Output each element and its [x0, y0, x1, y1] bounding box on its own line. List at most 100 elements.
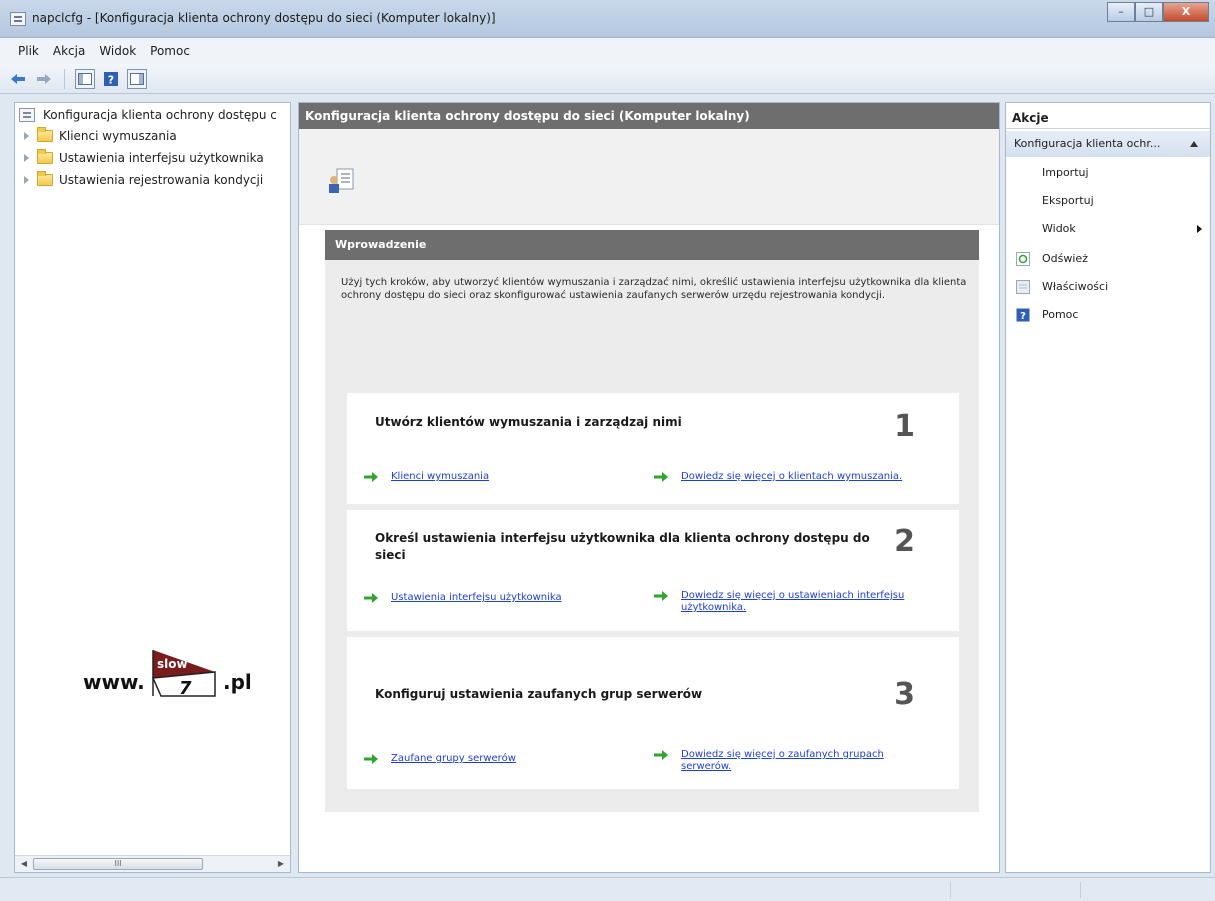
step-link-left[interactable]: Ustawienia interfejsu użytkownika	[363, 592, 562, 604]
green-arrow-icon	[654, 750, 668, 760]
scroll-thumb[interactable]: III	[33, 858, 203, 870]
watermark-flag-top: slow	[157, 657, 188, 671]
watermark-suffix: .pl	[223, 670, 252, 694]
tree-item-ustawienia-rejestrowania[interactable]: Ustawienia rejestrowania kondycji	[23, 171, 264, 187]
title-bar: napclcfg - [Konfiguracja klienta ochrony…	[0, 0, 1215, 38]
action-odswiez[interactable]: Odśwież	[1006, 245, 1210, 273]
actions-section[interactable]: Konfiguracja klienta ochr...	[1006, 131, 1210, 157]
tree-item-label: Klienci wymuszania	[59, 129, 177, 143]
actions-pane: Akcje Konfiguracja klienta ochr... Impor…	[1005, 102, 1211, 873]
expand-arrow-icon[interactable]	[23, 176, 31, 184]
folder-icon	[37, 171, 53, 186]
help-icon: ?	[1016, 308, 1030, 322]
actions-header: Akcje	[1006, 107, 1210, 129]
step-link-left[interactable]: Zaufane grupy serwerów	[363, 753, 516, 765]
content-header: Konfiguracja klienta ochrony dostępu do …	[299, 103, 999, 129]
watermark-flag: slow 7	[151, 650, 216, 698]
step-card-2: Określ ustawienia interfejsu użytkownika…	[347, 510, 959, 631]
tree-root[interactable]: Konfiguracja klienta ochrony dostępu c	[19, 107, 279, 123]
step-link-left[interactable]: Klienci wymuszania	[363, 471, 489, 483]
tree-item-label: Ustawienia interfejsu użytkownika	[59, 151, 264, 165]
link-learn-more-grupy[interactable]: Dowiedz się więcej o zaufanych grupach s…	[681, 749, 913, 773]
action-eksportuj[interactable]: Eksportuj	[1006, 187, 1210, 215]
status-segment	[950, 882, 951, 898]
step-link-right[interactable]: Dowiedz się więcej o ustawieniach interf…	[653, 590, 913, 614]
toolbar: ?	[0, 64, 1215, 94]
collapse-up-icon[interactable]	[1190, 141, 1198, 147]
step-card-3: Konfiguruj ustawienia zaufanych grup ser…	[347, 637, 959, 789]
nap-client-icon	[329, 168, 354, 193]
menu-akcja[interactable]: Akcja	[53, 44, 85, 58]
expand-arrow-icon[interactable]	[23, 132, 31, 140]
show-hide-tree-icon[interactable]	[75, 68, 95, 89]
menu-widok[interactable]: Widok	[99, 44, 136, 58]
tree-item-klienci-wymuszania[interactable]: Klienci wymuszania	[23, 127, 177, 143]
menu-plik[interactable]: Plik	[18, 44, 39, 58]
step-title: Konfiguruj ustawienia zaufanych grup ser…	[375, 687, 703, 701]
svg-text:?: ?	[108, 73, 114, 86]
introduction-text: Użyj tych kroków, aby utworzyć klientów …	[341, 277, 967, 301]
step-number: 2	[894, 524, 915, 559]
menu-pomoc[interactable]: Pomoc	[150, 44, 190, 58]
link-learn-more-klienci[interactable]: Dowiedz się więcej o klientach wymuszani…	[681, 471, 902, 483]
action-pane-icon[interactable]	[127, 68, 147, 89]
svg-text:?: ?	[1020, 311, 1026, 322]
green-arrow-icon	[654, 472, 668, 482]
back-arrow-icon[interactable]	[8, 69, 28, 89]
tree-pane: Konfiguracja klienta ochrony dostępu c K…	[14, 102, 291, 873]
minimize-button[interactable]: –	[1107, 2, 1135, 22]
action-label: Pomoc	[1042, 308, 1079, 321]
tree-root-label: Konfiguracja klienta ochrony dostępu c	[41, 107, 279, 123]
maximize-button[interactable]: □	[1135, 2, 1163, 22]
toolbar-separator	[64, 68, 65, 89]
forward-arrow-icon[interactable]	[34, 69, 54, 89]
action-label: Eksportuj	[1042, 194, 1094, 207]
link-ustawienia-interfejsu[interactable]: Ustawienia interfejsu użytkownika	[391, 592, 562, 604]
close-button[interactable]: X	[1163, 2, 1209, 22]
step-title: Określ ustawienia interfejsu użytkownika…	[375, 531, 870, 562]
link-zaufane-grupy[interactable]: Zaufane grupy serwerów	[391, 753, 516, 765]
step-number: 1	[894, 409, 915, 444]
introduction-header: Wprowadzenie	[325, 230, 979, 260]
window-title: napclcfg - [Konfiguracja klienta ochrony…	[32, 11, 496, 25]
app-icon	[10, 12, 26, 26]
green-arrow-icon	[364, 593, 378, 603]
tree-item-label: Ustawienia rejestrowania kondycji	[59, 173, 264, 187]
tree-item-ustawienia-interfejsu[interactable]: Ustawienia interfejsu użytkownika	[23, 149, 264, 165]
step-title: Utwórz klientów wymuszania i zarządzaj n…	[375, 415, 682, 429]
green-arrow-icon	[364, 472, 378, 482]
properties-icon	[1016, 280, 1030, 294]
action-widok[interactable]: Widok	[1006, 215, 1210, 243]
action-wlasciwosci[interactable]: Właściwości	[1006, 273, 1210, 301]
horizontal-scrollbar[interactable]: ◀ III ▶	[15, 855, 290, 872]
action-importuj[interactable]: Importuj	[1006, 159, 1210, 187]
step-link-right[interactable]: Dowiedz się więcej o zaufanych grupach s…	[653, 749, 913, 773]
step-link-right[interactable]: Dowiedz się więcej o klientach wymuszani…	[653, 471, 943, 483]
scroll-right-icon[interactable]: ▶	[274, 858, 288, 870]
step-number: 3	[894, 677, 915, 712]
watermark-flag-bottom: 7	[179, 678, 192, 698]
window-controls: – □ X	[1107, 2, 1209, 22]
scroll-left-icon[interactable]: ◀	[17, 858, 31, 870]
action-label: Właściwości	[1042, 280, 1109, 293]
status-segment	[1080, 882, 1081, 898]
watermark-logo: www. slow 7 .pl	[75, 648, 265, 708]
actions-section-label: Konfiguracja klienta ochr...	[1014, 137, 1161, 150]
help-icon[interactable]: ?	[101, 69, 121, 89]
content-banner	[299, 129, 999, 225]
submenu-arrow-icon	[1197, 225, 1202, 233]
menu-bar: Plik Akcja Widok Pomoc	[0, 38, 1215, 64]
link-learn-more-interfejs[interactable]: Dowiedz się więcej o ustawieniach interf…	[681, 590, 913, 614]
action-pomoc[interactable]: ? Pomoc	[1006, 301, 1210, 329]
snapin-icon	[19, 108, 35, 122]
link-klienci-wymuszania[interactable]: Klienci wymuszania	[391, 471, 489, 483]
refresh-icon	[1016, 252, 1030, 266]
action-label: Widok	[1042, 222, 1076, 235]
introduction-section: Wprowadzenie Użyj tych kroków, aby utwor…	[325, 230, 979, 812]
folder-icon	[37, 149, 53, 164]
watermark-prefix: www.	[83, 670, 145, 694]
expand-arrow-icon[interactable]	[23, 154, 31, 162]
green-arrow-icon	[364, 754, 378, 764]
status-bar	[0, 877, 1215, 901]
folder-icon	[37, 127, 53, 142]
